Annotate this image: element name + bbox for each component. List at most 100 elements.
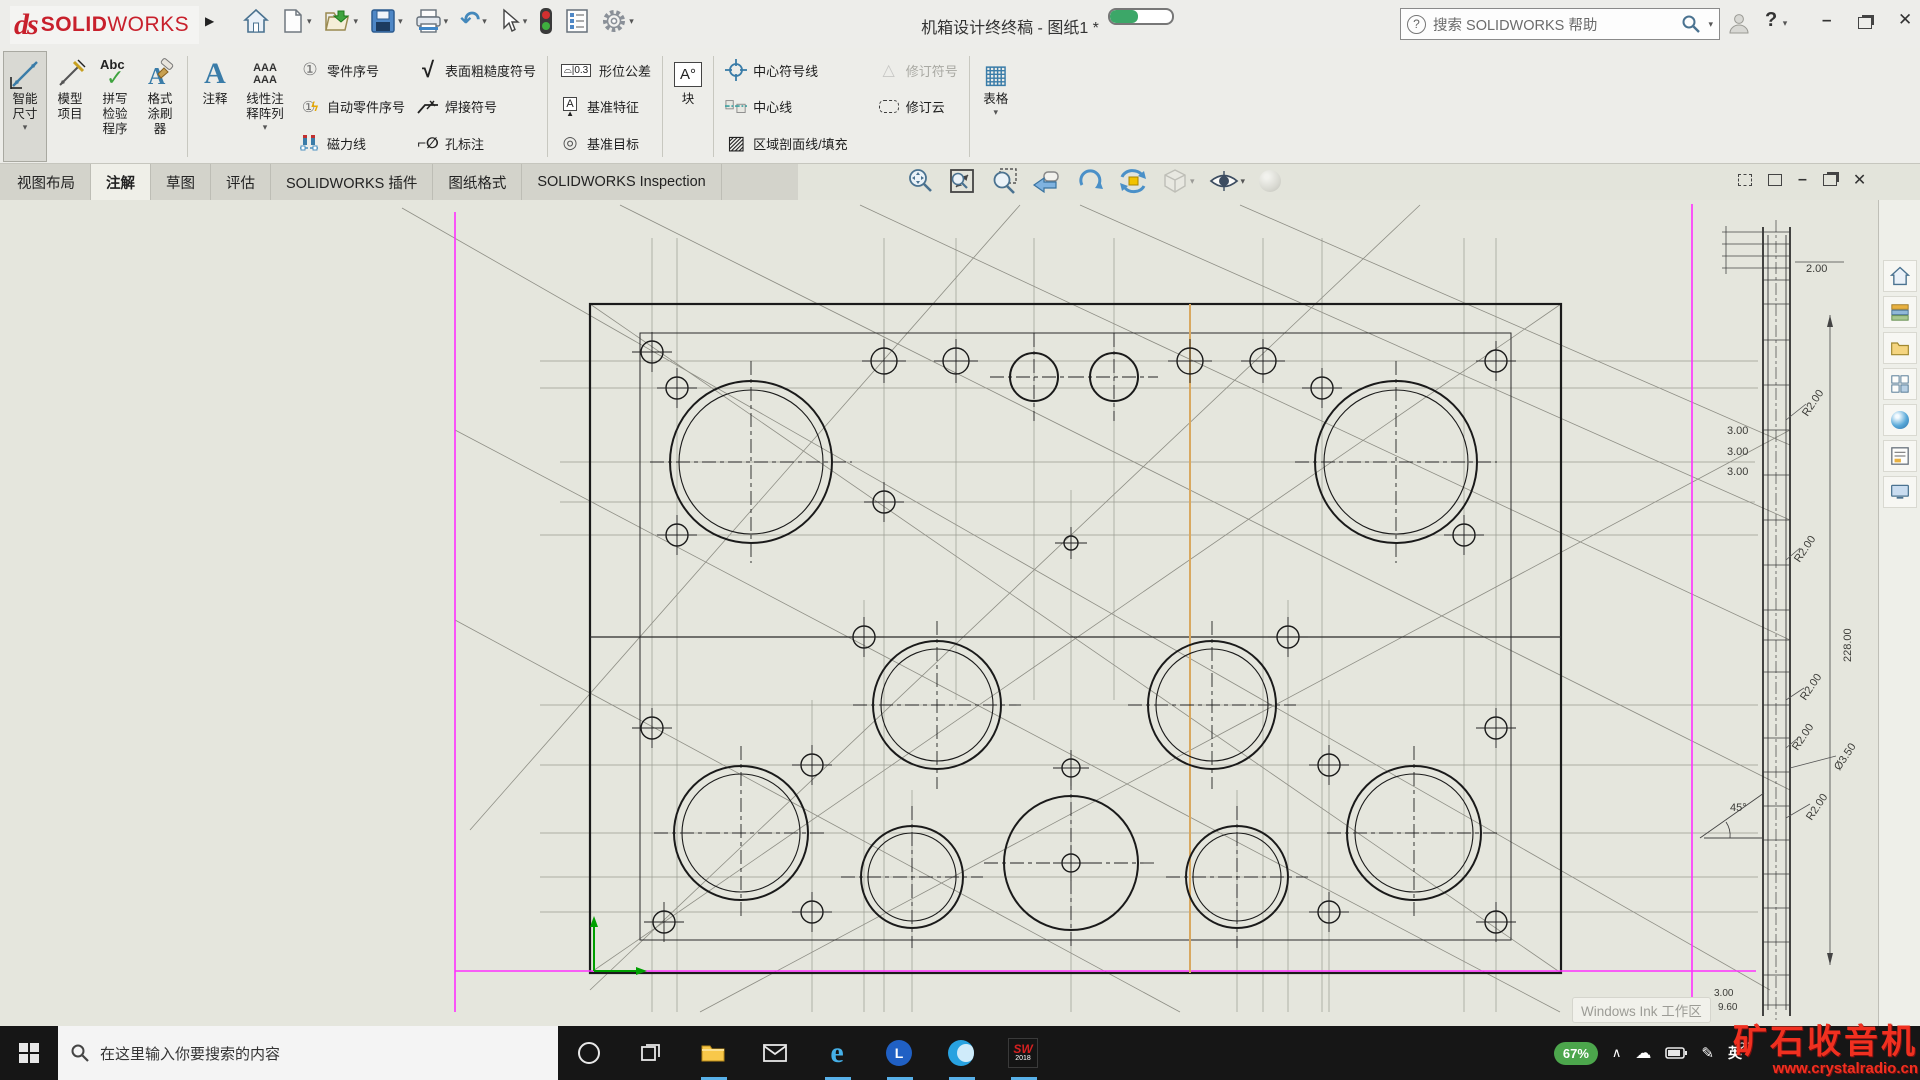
print-button[interactable]: ▾ <box>412 5 452 37</box>
tab-addins[interactable]: SOLIDWORKS 插件 <box>271 164 434 200</box>
onedrive-cloud-icon[interactable]: ☁ <box>1635 1043 1651 1063</box>
drawing-canvas[interactable] <box>266 200 1920 1026</box>
graphics-area[interactable]: 3.00 3.00 3.00 2.00 R2.00 R2.00 228.00 R… <box>0 200 1920 1026</box>
zoom-button[interactable] <box>906 167 934 195</box>
model-items-button[interactable]: 模型项目 <box>49 51 91 162</box>
close-window-icon[interactable]: ✕ <box>1853 170 1866 190</box>
save-caret-icon[interactable]: ▾ <box>398 16 403 27</box>
dimension-label[interactable]: 3.00 <box>1727 466 1748 478</box>
dimension-label[interactable]: 45° <box>1730 802 1747 814</box>
minimize-button[interactable]: – <box>1822 10 1831 30</box>
dimension-label[interactable]: 2.00 <box>1806 263 1827 275</box>
smart-dimension-caret-icon[interactable]: ▾ <box>23 122 28 133</box>
taskbar-search-box[interactable]: 在这里输入你要搜索的内容 <box>58 1026 558 1080</box>
windows-ink-pen-icon[interactable]: ✎ <box>1701 1044 1714 1062</box>
3d-drawing-view-button[interactable] <box>1118 167 1148 195</box>
restore-button[interactable] <box>1858 14 1872 34</box>
tab-sheet-format[interactable]: 图纸格式 <box>433 164 523 200</box>
appearances-button[interactable] <box>1883 404 1917 436</box>
start-button[interactable] <box>0 1026 58 1080</box>
dimension-label[interactable]: 228.00 <box>1842 628 1854 662</box>
design-library-button[interactable] <box>1883 296 1917 328</box>
gtol-button[interactable]: ⌓|0.3 形位公差 <box>555 53 655 87</box>
weld-symbol-button[interactable]: 焊接符号 <box>413 90 540 124</box>
battery-percent-badge[interactable]: 67% <box>1553 1041 1598 1065</box>
solidworks-taskbar-button[interactable]: SW 2018 <box>992 1026 1054 1080</box>
linear-note-caret-icon[interactable]: ▾ <box>263 122 268 133</box>
tab-inspection[interactable]: SOLIDWORKS Inspection <box>522 164 722 200</box>
revision-cloud-button[interactable]: 修订云 <box>874 90 962 124</box>
dimension-label[interactable]: 9.60 <box>1718 1002 1737 1013</box>
view-palette-button[interactable] <box>1883 368 1917 400</box>
linear-note-pattern-button[interactable]: AAA AAA 线性注释阵列 ▾ <box>238 51 292 162</box>
view-orientation-button[interactable]: ▾ <box>1162 168 1195 194</box>
smart-dimension-button[interactable]: 智能尺寸 ▾ <box>3 51 47 162</box>
datum-feature-button[interactable]: A ▲ 基准特征 <box>555 90 655 124</box>
tables-button[interactable]: ▦ 表格 ▾ <box>976 51 1016 162</box>
tab-sketch[interactable]: 草图 <box>151 164 211 200</box>
file-properties-button[interactable] <box>562 5 592 37</box>
undo-caret-icon[interactable]: ▾ <box>482 16 487 27</box>
balloon-button[interactable]: ① 零件序号 <box>295 53 409 87</box>
area-hatch-button[interactable]: ▨ 区域剖面线/填充 <box>721 126 852 160</box>
new-caret-icon[interactable]: ▾ <box>307 16 312 27</box>
tab-annotation[interactable]: 注解 <box>91 164 151 200</box>
app-l-button[interactable]: L <box>868 1026 930 1080</box>
maximize-window-icon[interactable] <box>1822 174 1837 186</box>
eye-caret-icon[interactable]: ▾ <box>1241 176 1246 187</box>
center-mark-button[interactable]: 中心符号线 <box>721 53 852 87</box>
tab-view-layout[interactable]: 视图布局 <box>2 164 91 200</box>
rebuild-button[interactable] <box>536 4 556 38</box>
edge-button[interactable]: e <box>806 1026 868 1080</box>
zoom-to-area-button[interactable] <box>990 167 1018 195</box>
help-caret-icon[interactable]: ▾ <box>1783 18 1788 28</box>
options-button[interactable]: ▾ <box>598 5 637 37</box>
format-painter-button[interactable]: A 格式涂刷器 <box>139 51 181 162</box>
dimension-label[interactable]: 3.00 <box>1727 446 1748 458</box>
new-document-button[interactable]: ▾ <box>278 5 315 37</box>
auto-balloon-button[interactable]: ①ϟ 自动零件序号 <box>295 90 409 124</box>
tab-evaluate[interactable]: 评估 <box>211 164 271 200</box>
browser-q-button[interactable] <box>930 1026 992 1080</box>
appearance-settings-button[interactable] <box>1259 170 1282 192</box>
select-button[interactable]: ▾ <box>496 5 531 37</box>
undo-button[interactable]: ↶ ▾ <box>457 7 490 35</box>
surface-finish-button[interactable]: √ 表面粗糙度符号 <box>413 53 540 87</box>
spell-checker-button[interactable]: Abc ✓ 拼写检验程序 <box>93 51 137 162</box>
task-view-button[interactable] <box>620 1026 682 1080</box>
cortana-button[interactable] <box>558 1026 620 1080</box>
select-caret-icon[interactable]: ▾ <box>523 16 528 27</box>
dimension-label[interactable]: 3.00 <box>1714 988 1733 999</box>
rotate-view-button[interactable] <box>1076 167 1104 195</box>
minimize-window-icon[interactable]: – <box>1798 171 1807 189</box>
zoom-to-fit-button[interactable] <box>948 167 976 195</box>
dimension-label[interactable]: 3.00 <box>1727 425 1748 437</box>
options-caret-icon[interactable]: ▾ <box>629 16 634 27</box>
hole-callout-button[interactable]: ⌐∅ 孔标注 <box>413 126 540 160</box>
custom-properties-button[interactable] <box>1883 440 1917 472</box>
tray-expand-icon[interactable]: ∧ <box>1612 1045 1622 1061</box>
print-caret-icon[interactable]: ▾ <box>444 16 449 27</box>
search-caret-icon[interactable]: ▾ <box>1708 19 1713 30</box>
mail-button[interactable] <box>744 1026 806 1080</box>
block-button[interactable]: A° 块 <box>669 51 707 162</box>
open-caret-icon[interactable]: ▾ <box>354 16 359 27</box>
save-button[interactable]: ▾ <box>367 5 406 37</box>
magnetic-line-button[interactable]: 磁力线 <box>295 126 409 160</box>
help-search-box[interactable]: ? 搜索 SOLIDWORKS 帮助 ▾ <box>1400 8 1720 40</box>
battery-icon[interactable] <box>1665 1047 1688 1059</box>
window-frame-icon[interactable] <box>1738 174 1752 186</box>
tables-caret-icon[interactable]: ▾ <box>993 107 998 118</box>
sw-resources-button[interactable] <box>1883 260 1917 292</box>
file-explorer-button[interactable] <box>1883 332 1917 364</box>
hide-show-items-button[interactable]: ▾ <box>1209 169 1246 193</box>
menu-flyout-arrow[interactable]: ▶ <box>205 14 214 28</box>
file-explorer-taskbar-button[interactable] <box>682 1026 744 1080</box>
window-icon[interactable] <box>1768 174 1782 186</box>
login-button[interactable] <box>1728 12 1750 34</box>
help-button[interactable]: ? ▾ <box>1765 9 1787 32</box>
datum-target-button[interactable]: ◎ 基准目标 <box>555 126 655 160</box>
close-button[interactable]: ✕ <box>1898 10 1912 30</box>
note-button[interactable]: A 注释 <box>194 51 236 162</box>
view-cube-caret-icon[interactable]: ▾ <box>1190 176 1195 187</box>
